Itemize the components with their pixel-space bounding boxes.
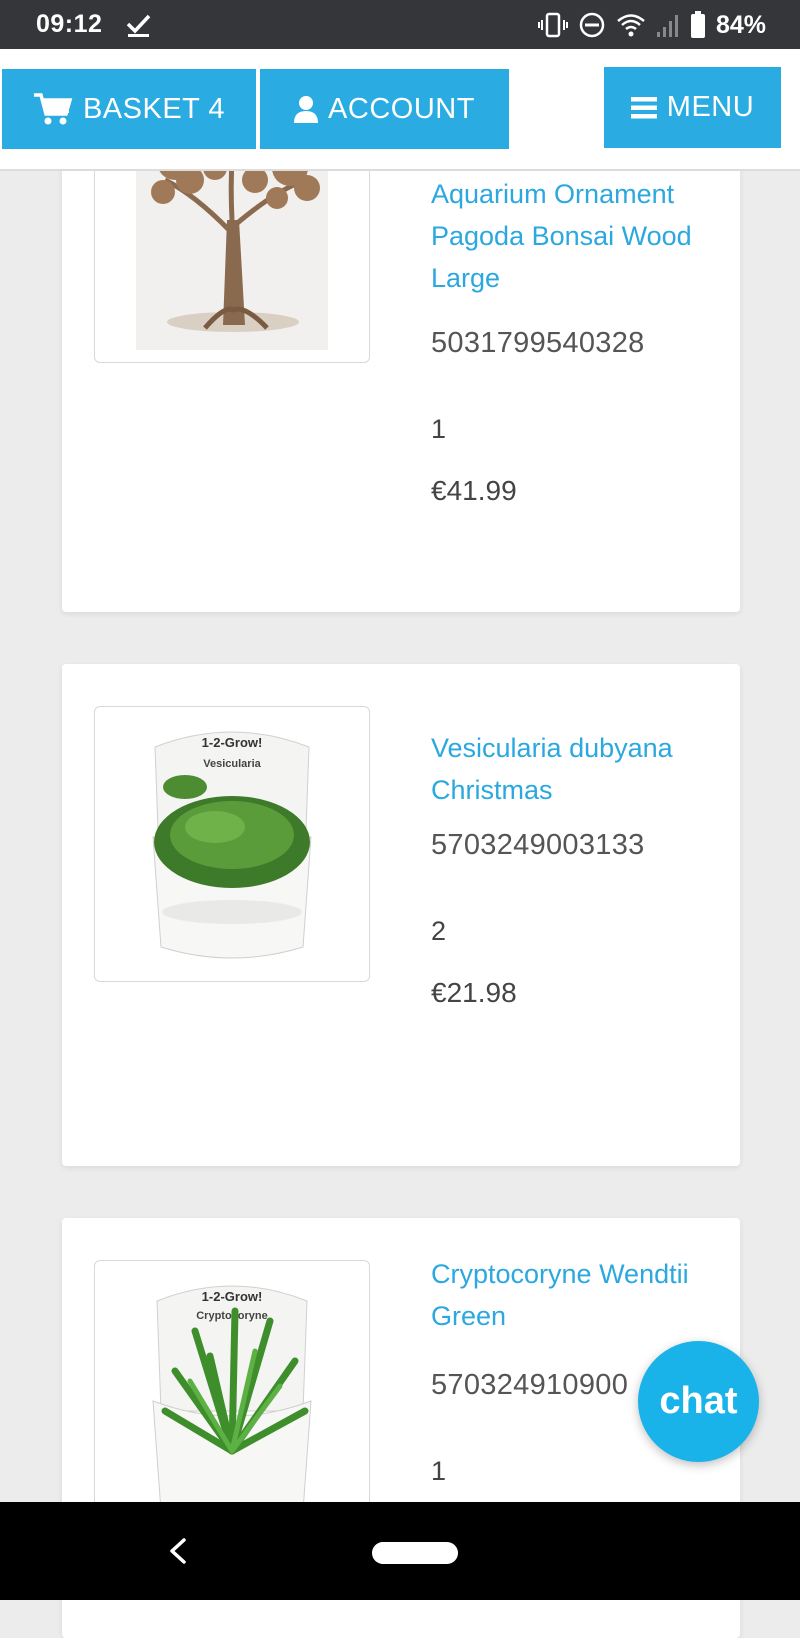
pot-brand-text: 1-2-Grow!	[202, 1289, 263, 1304]
product-quantity: 1	[431, 1456, 447, 1486]
pot-brand-text: 1-2-Grow!	[202, 735, 263, 750]
account-button[interactable]: ACCOUNT	[260, 69, 509, 149]
product-quantity: 1	[431, 414, 447, 444]
product-sku: 570324910900	[431, 1369, 629, 1401]
product-title[interactable]: Vesicularia dubyana Christmas	[431, 727, 721, 811]
basket-label: BASKET 4	[82, 92, 226, 125]
product-sku: 5031799540328	[431, 327, 645, 359]
wifi-icon	[617, 14, 645, 37]
chat-button[interactable]: chat	[638, 1341, 759, 1462]
status-time: 09:12	[36, 10, 103, 38]
battery-icon	[690, 11, 705, 38]
user-icon	[294, 96, 319, 123]
pot-plant-text: Vesicularia	[203, 758, 261, 770]
product-title[interactable]: Cryptocoryne Wendtii Green	[431, 1253, 721, 1337]
product-price: €21.98	[431, 977, 517, 1008]
system-nav-bar	[0, 1502, 800, 1600]
basket-button[interactable]: BASKET 4	[2, 69, 256, 149]
cart-icon	[33, 93, 73, 125]
moss-pot-image: 1-2-Grow! Vesicularia	[152, 731, 312, 959]
battery-percent: 84%	[715, 10, 766, 39]
vibrate-icon	[537, 12, 568, 38]
product-quantity: 2	[431, 916, 447, 946]
product-image[interactable]: 1-2-Grow! Vesicularia	[94, 706, 370, 982]
menu-label: MENU	[666, 91, 755, 123]
status-bar: 09:12 84%	[0, 0, 800, 49]
check-icon	[126, 14, 151, 37]
home-button[interactable]	[372, 1542, 458, 1564]
product-image[interactable]: 1-2-Grow! Cryptocoryne	[94, 1260, 370, 1536]
hamburger-icon	[630, 96, 657, 118]
chat-label: chat	[659, 1380, 738, 1422]
cryptocoryne-pot-image: 1-2-Grow! Cryptocoryne	[152, 1285, 312, 1523]
back-icon[interactable]	[164, 1536, 192, 1566]
product-price: €41.99	[431, 475, 517, 506]
status-icons: 84%	[537, 10, 766, 40]
signal-icon	[656, 15, 678, 37]
product-card: 1-2-Grow! Vesicularia Vesicularia dubyan…	[62, 664, 740, 1166]
product-card: Aquarium Ornament Pagoda Bonsai Wood Lar…	[62, 100, 740, 612]
menu-button[interactable]: MENU	[604, 67, 781, 148]
product-sku: 5703249003133	[431, 829, 645, 861]
account-label: ACCOUNT	[328, 92, 475, 125]
site-header: BASKET 4 ACCOUNT MENU	[0, 49, 800, 171]
dnd-icon	[579, 12, 605, 38]
product-title[interactable]: Aquarium Ornament Pagoda Bonsai Wood Lar…	[431, 173, 721, 299]
